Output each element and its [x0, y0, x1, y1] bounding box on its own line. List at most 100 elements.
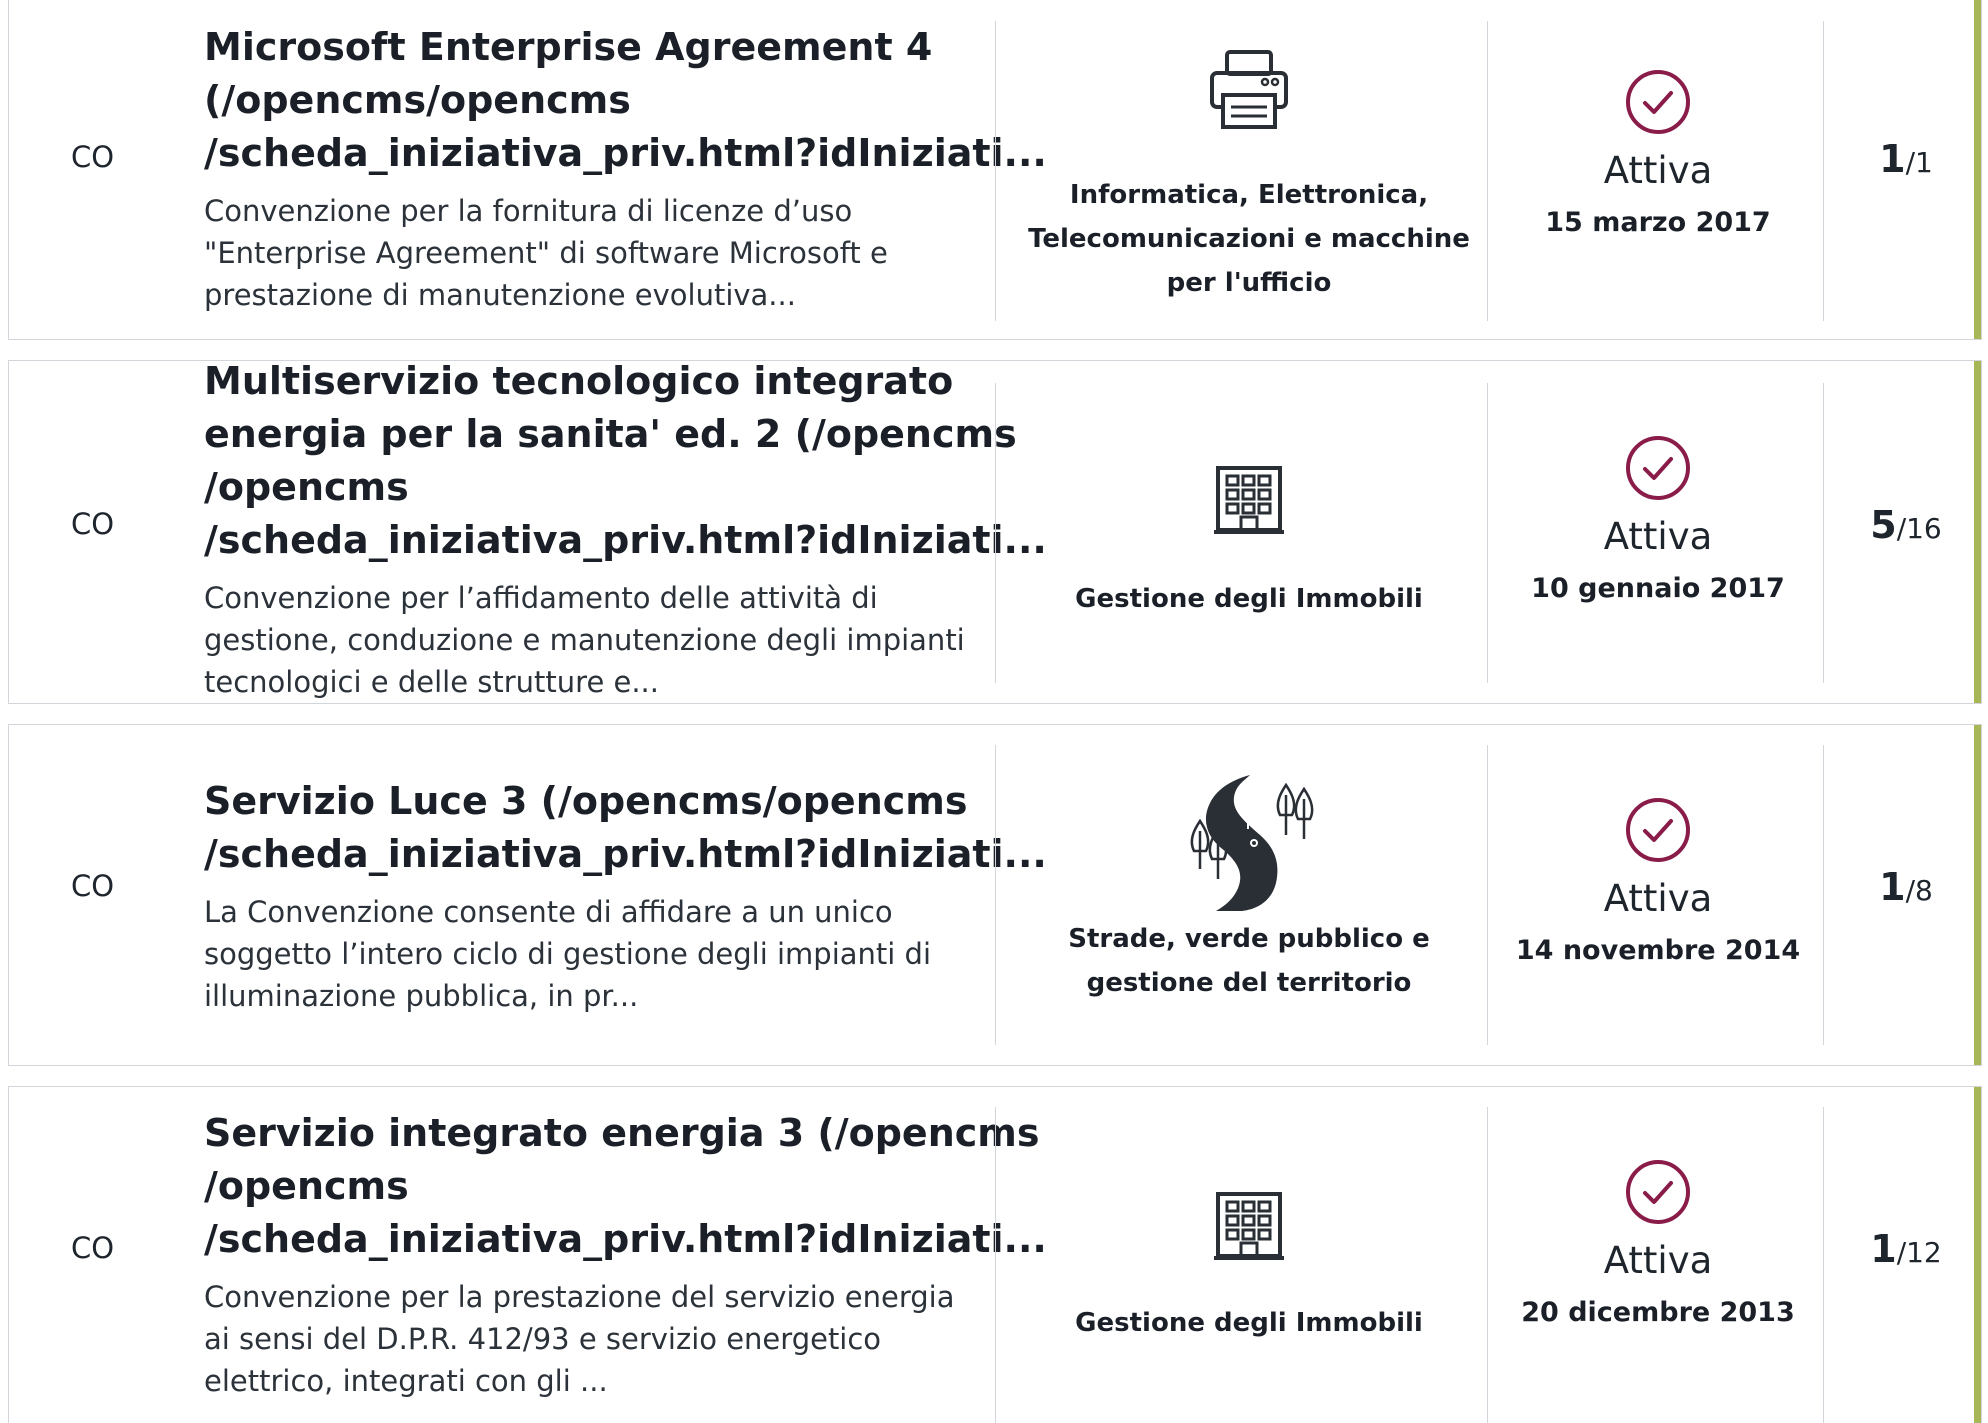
- check-circle-icon: [1626, 70, 1690, 134]
- initiative-card: CO Microsoft Enterprise Agreement 4 (/op…: [8, 0, 1982, 340]
- description-line: gestione, conduzione e manutenzione degl…: [204, 623, 965, 657]
- initiative-type: CO: [71, 140, 115, 174]
- description-line: Convenzione per la fornitura di licenze …: [204, 194, 853, 228]
- status-label: Attiva: [1603, 515, 1713, 558]
- column-divider: [995, 745, 996, 1045]
- column-divider: [1487, 21, 1488, 321]
- building-icon: [1214, 466, 1284, 534]
- initiative-description: Convenzione per l’affidamento delle atti…: [204, 577, 974, 703]
- category-label-line: Telecomunicazioni e macchine: [1028, 224, 1470, 254]
- category-cell: Strade, verde pubblico e gestione del te…: [1005, 773, 1493, 1005]
- status-label: Attiva: [1603, 877, 1713, 920]
- title-line: /scheda_iniziativa_priv.html?idIniziati.…: [204, 832, 1047, 876]
- initiatives-list: CO Microsoft Enterprise Agreement 4 (/op…: [0, 0, 1988, 1423]
- column-divider: [1823, 745, 1824, 1045]
- initiative-description: Convenzione per la fornitura di licenze …: [204, 190, 974, 316]
- lots-count: 1/1: [1831, 137, 1981, 181]
- description-line: elettrico, integrati con gli ...: [204, 1364, 608, 1398]
- column-divider: [1487, 383, 1488, 683]
- description-line: La Convenzione consente di affidare a un…: [204, 895, 893, 929]
- status-date: 14 novembre 2014: [1515, 935, 1801, 966]
- title-line: /opencms: [204, 465, 409, 509]
- lots-count-current: 1: [1879, 865, 1906, 909]
- initiative-title-link[interactable]: Multiservizio tecnologico integrato ener…: [204, 360, 1047, 567]
- title-line: /scheda_iniziativa_priv.html?idIniziati.…: [204, 518, 1047, 562]
- category-cell: Informatica, Elettronica, Telecomunicazi…: [1005, 49, 1493, 305]
- category-label: Gestione degli Immobili: [1005, 577, 1493, 621]
- description-line: ai sensi del D.P.R. 412/93 e servizio en…: [204, 1322, 882, 1356]
- check-circle-icon: [1626, 436, 1690, 500]
- road-trees-icon: [1190, 775, 1314, 911]
- description-line: soggetto l’intero ciclo di gestione degl…: [204, 937, 932, 971]
- initiative-title-link[interactable]: Servizio integrato energia 3 (/opencms /…: [204, 1107, 1047, 1266]
- lots-count-total: /1: [1905, 146, 1933, 179]
- description-line: tecnologici e delle strutture e...: [204, 665, 659, 699]
- lots-count: 5/16: [1831, 503, 1981, 547]
- initiative-title-link[interactable]: Microsoft Enterprise Agreement 4 (/openc…: [204, 21, 1047, 180]
- title-line: Servizio Luce 3 (/opencms/opencms: [204, 779, 968, 823]
- printer-icon: [1210, 50, 1288, 129]
- initiative-main: Multiservizio tecnologico integrato ener…: [204, 360, 1047, 703]
- lots-count: 1/8: [1831, 865, 1981, 909]
- category-label-line: gestione del territorio: [1086, 968, 1412, 998]
- column-divider: [1823, 383, 1824, 683]
- initiative-description: La Convenzione consente di affidare a un…: [204, 891, 974, 1017]
- category-label-line: Strade, verde pubblico e: [1068, 924, 1430, 954]
- description-line: Convenzione per la prestazione del servi…: [204, 1280, 955, 1314]
- status-cell: Attiva 10 gennaio 2017: [1495, 435, 1821, 607]
- category-label-line: Gestione degli Immobili: [1075, 1308, 1423, 1338]
- status-label: Attiva: [1603, 149, 1713, 192]
- title-line: /opencms: [204, 1164, 409, 1208]
- initiative-main: Servizio integrato energia 3 (/opencms /…: [204, 1107, 1047, 1402]
- category-label: Strade, verde pubblico e gestione del te…: [1005, 917, 1493, 1005]
- column-divider: [995, 21, 996, 321]
- lots-count-current: 5: [1870, 503, 1897, 547]
- initiative-card: CO Servizio integrato energia 3 (/opencm…: [8, 1086, 1982, 1423]
- column-divider: [1487, 745, 1488, 1045]
- initiative-type: CO: [71, 507, 115, 541]
- initiative-card: CO Multiservizio tecnologico integrato e…: [8, 360, 1982, 704]
- category-label: Informatica, Elettronica, Telecomunicazi…: [1005, 173, 1493, 305]
- title-line: Microsoft Enterprise Agreement 4: [204, 25, 933, 69]
- initiative-card: CO Servizio Luce 3 (/opencms/opencms /sc…: [8, 724, 1982, 1066]
- title-line: Servizio integrato energia 3 (/opencms: [204, 1111, 1040, 1155]
- category-label-line: Gestione degli Immobili: [1075, 584, 1423, 614]
- initiative-description: Convenzione per la prestazione del servi…: [204, 1276, 974, 1402]
- lots-count-total: /16: [1896, 512, 1942, 545]
- lots-count: 1/12: [1831, 1227, 1981, 1271]
- title-line: (/opencms/opencms: [204, 78, 631, 122]
- initiative-main: Servizio Luce 3 (/opencms/opencms /sched…: [204, 775, 1047, 1017]
- lots-count-total: /12: [1896, 1236, 1942, 1269]
- status-date: 15 marzo 2017: [1545, 207, 1771, 238]
- status-cell: Attiva 14 novembre 2014: [1495, 797, 1821, 969]
- category-label-line: Informatica, Elettronica,: [1069, 180, 1429, 210]
- category-cell: Gestione degli Immobili: [1005, 465, 1493, 621]
- status-cell: Attiva 20 dicembre 2013: [1495, 1159, 1821, 1331]
- lots-count-total: /8: [1905, 874, 1933, 907]
- description-line: illuminazione pubblica, in pr...: [204, 979, 639, 1013]
- title-line: Multiservizio tecnologico integrato: [204, 360, 954, 403]
- status-label: Attiva: [1603, 1239, 1713, 1282]
- column-divider: [995, 383, 996, 683]
- initiative-type: CO: [71, 869, 115, 903]
- initiative-title-link[interactable]: Servizio Luce 3 (/opencms/opencms /sched…: [204, 775, 1047, 881]
- column-divider: [1823, 1107, 1824, 1423]
- category-cell: Gestione degli Immobili: [1005, 1191, 1493, 1345]
- title-line: /scheda_iniziativa_priv.html?idIniziati.…: [204, 131, 1047, 175]
- lots-count-current: 1: [1879, 137, 1906, 181]
- column-divider: [995, 1107, 996, 1423]
- status-cell: Attiva 15 marzo 2017: [1495, 69, 1821, 241]
- building-icon: [1214, 1192, 1284, 1260]
- column-divider: [1823, 21, 1824, 321]
- check-circle-icon: [1626, 1160, 1690, 1224]
- title-line: energia per la sanita' ed. 2 (/opencms: [204, 412, 1017, 456]
- status-date: 10 gennaio 2017: [1531, 573, 1785, 604]
- description-line: Convenzione per l’affidamento delle atti…: [204, 581, 878, 615]
- title-line: /scheda_iniziativa_priv.html?idIniziati.…: [204, 1217, 1047, 1261]
- check-circle-icon: [1626, 798, 1690, 862]
- initiative-main: Microsoft Enterprise Agreement 4 (/openc…: [204, 21, 1047, 316]
- column-divider: [1487, 1107, 1488, 1423]
- description-line: prestazione di manutenzione evolutiva...: [204, 278, 796, 312]
- initiative-type: CO: [71, 1231, 115, 1265]
- category-label: Gestione degli Immobili: [1005, 1301, 1493, 1345]
